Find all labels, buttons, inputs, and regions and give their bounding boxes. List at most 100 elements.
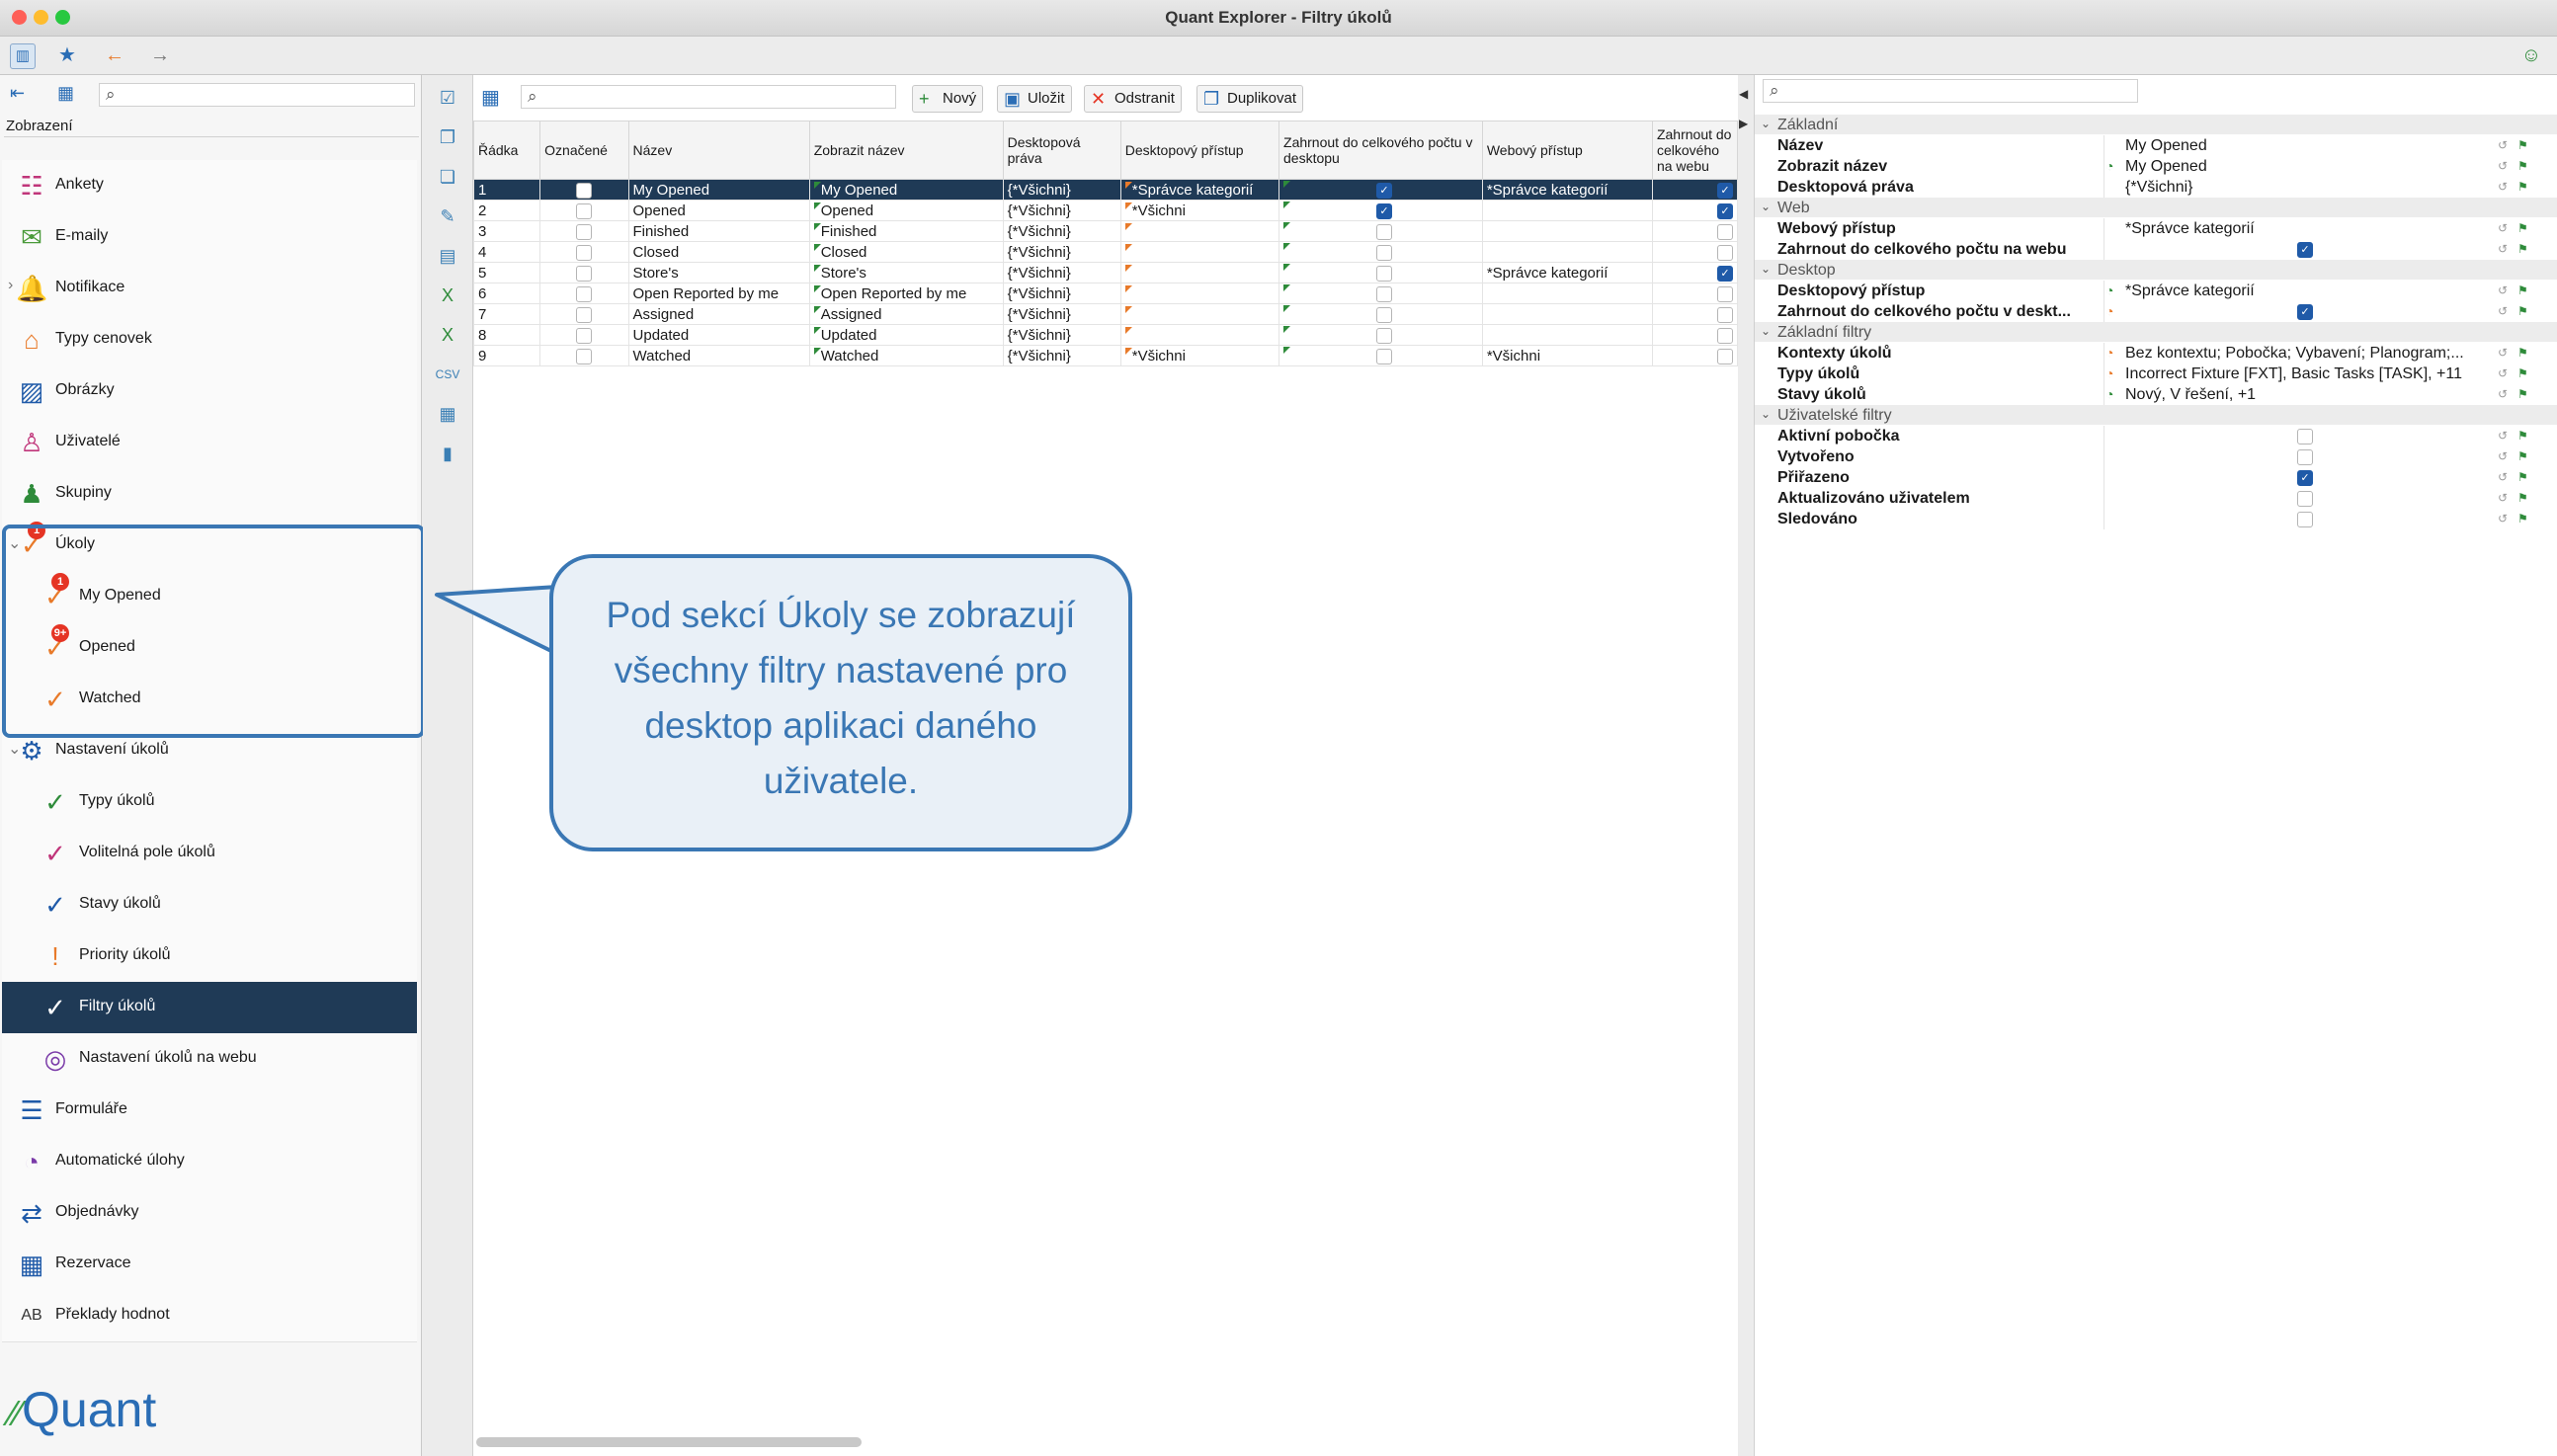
row-number-cell[interactable]: 4 (472, 241, 541, 263)
sidebar-item-4[interactable]: ⌂ Typy cenovek (2, 314, 417, 366)
web-access-cell[interactable]: *Všichni (1481, 345, 1653, 366)
reset-icon[interactable]: ↺ (2498, 138, 2508, 152)
include-web-checkbox[interactable]: ✓ (1717, 182, 1733, 199)
table-row[interactable]: 8 Updated Updated {*Všichni} (472, 324, 1739, 346)
web-access-cell[interactable] (1481, 303, 1653, 325)
translation-flag-icon[interactable]: ⚑ (2517, 387, 2528, 401)
include-web-checkbox[interactable]: ✓ (1717, 202, 1733, 219)
property-checkbox[interactable]: ✓ (2297, 304, 2313, 320)
reset-icon[interactable]: ↺ (2498, 346, 2508, 360)
grid-search-input[interactable]: ⌕ (521, 85, 896, 109)
property-section[interactable]: ⌄ Desktop (1755, 260, 2557, 280)
panel-collapse-left-icon[interactable]: ◀ (1739, 87, 1748, 101)
property-checkbox[interactable] (2297, 429, 2313, 445)
row-checkbox[interactable] (576, 327, 593, 344)
property-value[interactable]: My Opened (2125, 137, 2501, 155)
expand-chevron-icon[interactable]: › (8, 277, 13, 294)
translation-flag-icon[interactable]: ⚑ (2517, 470, 2528, 484)
checked-cell[interactable] (539, 262, 629, 283)
row-checkbox[interactable] (576, 306, 593, 323)
web-access-cell[interactable]: *Správce kategorií (1481, 262, 1653, 283)
desktop-access-cell[interactable]: *Všichni (1119, 345, 1280, 366)
property-value[interactable]: {*Všichni} (2125, 179, 2501, 197)
delete-button[interactable]: ✕ Odstranit (1084, 85, 1182, 113)
name-cell[interactable]: Closed (627, 241, 810, 263)
sidebar-item-5[interactable]: ▨ Obrázky (2, 365, 417, 418)
include-web-cell[interactable] (1651, 324, 1739, 346)
include-desktop-checkbox[interactable] (1375, 265, 1392, 282)
name-cell[interactable]: Open Reported by me (627, 283, 810, 304)
property-value[interactable]: Nový, V řešení, +1 (2125, 386, 2501, 404)
property-row[interactable]: Zahrnout do celkového počtu na webu ✓ ↺ ⚑ (1755, 239, 2557, 260)
desktop-rights-cell[interactable]: {*Všichni} (1002, 345, 1121, 366)
desktop-access-cell[interactable] (1119, 283, 1280, 304)
desktop-access-cell[interactable] (1119, 303, 1280, 325)
include-web-checkbox[interactable] (1717, 285, 1733, 302)
table-row[interactable]: 1 My Opened My Opened {*Všichni} *Správce ka… (472, 179, 1739, 201)
desktop-rights-cell[interactable]: {*Všichni} (1002, 220, 1121, 242)
translation-flag-icon[interactable]: ⚑ (2517, 242, 2528, 256)
table-row[interactable]: 7 Assigned Assigned {*Všichni} (472, 303, 1739, 325)
checked-cell[interactable] (539, 324, 629, 346)
name-cell[interactable]: My Opened (627, 179, 810, 201)
translation-flag-icon[interactable]: ⚑ (2517, 366, 2528, 380)
column-header[interactable]: Řádka (472, 121, 541, 180)
sidebar-item-17[interactable]: ✓ Filtry úkolů (2, 982, 417, 1034)
translation-flag-icon[interactable]: ⚑ (2517, 159, 2528, 173)
row-number-cell[interactable]: 7 (472, 303, 541, 325)
select-all-icon[interactable]: ☑ (435, 85, 460, 111)
property-row[interactable]: Název My Opened ↺ ⚑ (1755, 135, 2557, 156)
reset-icon[interactable]: ↺ (2498, 283, 2508, 297)
property-row[interactable]: Zobrazit název ◔ My Opened ↺ ⚑ (1755, 156, 2557, 177)
property-checkbox[interactable]: ✓ (2297, 242, 2313, 258)
include-web-checkbox[interactable]: ✓ (1717, 265, 1733, 282)
include-web-checkbox[interactable] (1717, 327, 1733, 344)
web-access-cell[interactable] (1481, 241, 1653, 263)
table-row[interactable]: 4 Closed Closed {*Všichni} (472, 241, 1739, 263)
table-row[interactable]: 9 Watched Watched {*Všichni} *Všichni *Všichn… (472, 345, 1739, 366)
property-checkbox[interactable] (2297, 512, 2313, 527)
sidebar-item-6[interactable]: ♙ Uživatelé (2, 417, 417, 469)
row-checkbox[interactable] (576, 244, 593, 261)
new-button[interactable]: + Nový (912, 85, 984, 113)
sidebar-item-21[interactable]: ⇄ Objednávky (2, 1187, 417, 1240)
translation-flag-icon[interactable]: ⚑ (2517, 449, 2528, 463)
sidebar-item-13[interactable]: ✓ Typy úkolů (2, 776, 417, 829)
sidebar-item-14[interactable]: ✓ Volitelná pole úkolů (2, 828, 417, 880)
section-chevron-icon[interactable]: ⌄ (1761, 200, 1771, 213)
row-number-cell[interactable]: 9 (472, 345, 541, 366)
web-access-cell[interactable] (1481, 220, 1653, 242)
include-web-checkbox[interactable] (1717, 244, 1733, 261)
sidebar-search-input[interactable]: ⌕ (99, 83, 415, 107)
back-arrow-icon[interactable]: ← (103, 43, 126, 67)
desktop-rights-cell[interactable]: {*Všichni} (1002, 283, 1121, 304)
web-access-cell[interactable] (1481, 324, 1653, 346)
name-cell[interactable]: Opened (627, 200, 810, 221)
include-desktop-checkbox[interactable] (1375, 327, 1392, 344)
reset-icon[interactable]: ↺ (2498, 221, 2508, 235)
row-number-cell[interactable]: 1 (472, 179, 541, 201)
include-desktop-checkbox[interactable] (1375, 244, 1392, 261)
table-row[interactable]: 6 Open Reported by me Open Reported by me {… (472, 283, 1739, 304)
save-button[interactable]: ▣ Uložit (997, 85, 1072, 113)
include-desktop-cell[interactable] (1278, 262, 1483, 283)
name-cell[interactable]: Assigned (627, 303, 810, 325)
section-chevron-icon[interactable]: ⌄ (1761, 262, 1771, 276)
include-desktop-cell[interactable] (1278, 303, 1483, 325)
reset-icon[interactable]: ↺ (2498, 180, 2508, 194)
column-header[interactable]: Desktopová práva (1002, 121, 1121, 180)
include-desktop-cell[interactable] (1278, 241, 1483, 263)
include-web-cell[interactable]: ✓ (1651, 179, 1739, 201)
table-row[interactable]: 2 Opened Opened {*Všichni} *Všichni ✓ ✓ (472, 200, 1739, 221)
include-desktop-cell[interactable]: ✓ (1278, 200, 1483, 221)
desktop-rights-cell[interactable]: {*Všichni} (1002, 324, 1121, 346)
property-checkbox[interactable] (2297, 449, 2313, 465)
sidebar-item-20[interactable]: ◔ Automatické úlohy (2, 1136, 417, 1188)
row-checkbox[interactable] (576, 348, 593, 364)
column-header[interactable]: Zobrazit název (808, 121, 1004, 180)
table-row[interactable]: 5 Store's Store's {*Všichni} *Správce katego… (472, 262, 1739, 283)
display-name-cell[interactable]: Closed (808, 241, 1004, 263)
desktop-access-cell[interactable]: *Správce kategorií (1119, 179, 1280, 201)
row-checkbox[interactable] (576, 202, 593, 219)
property-value[interactable]: *Správce kategorií (2125, 283, 2501, 300)
